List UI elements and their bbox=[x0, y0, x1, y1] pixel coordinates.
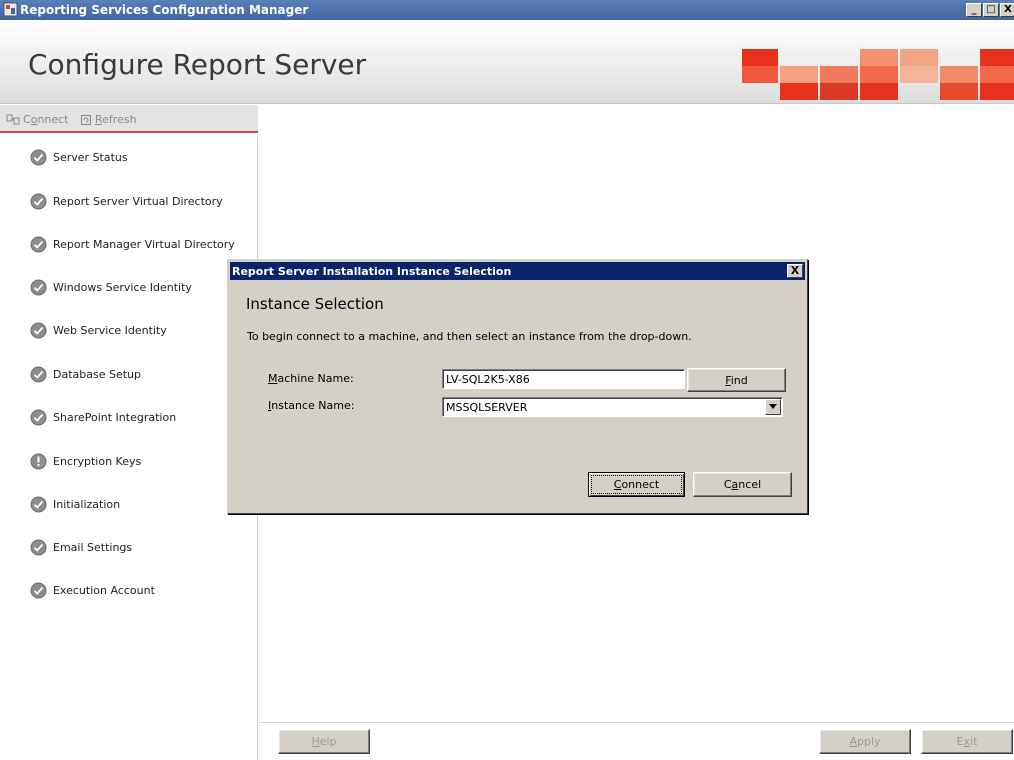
machine-name-input[interactable]: LV-SQL2K5-X86 bbox=[442, 369, 685, 389]
window-title: Reporting Services Configuration Manager bbox=[20, 3, 309, 17]
minimize-button[interactable]: _ bbox=[966, 3, 982, 17]
check-circle-icon bbox=[30, 539, 47, 556]
check-circle-icon bbox=[30, 193, 47, 210]
machine-name-label: Machine Name: bbox=[268, 372, 354, 385]
dialog-heading: Instance Selection bbox=[246, 295, 384, 313]
check-circle-icon bbox=[30, 322, 47, 339]
connect-icon bbox=[6, 114, 20, 125]
toolbar: Connect Refresh bbox=[0, 105, 258, 133]
check-circle-icon bbox=[30, 582, 47, 599]
dropdown-arrow-button[interactable] bbox=[765, 399, 781, 415]
exit-button[interactable]: Exit bbox=[921, 729, 1013, 754]
check-circle-icon bbox=[30, 366, 47, 383]
info-circle-icon bbox=[30, 453, 47, 470]
instance-name-label: Instance Name: bbox=[268, 399, 355, 412]
sidebar-item-label: Report Server Virtual Directory bbox=[53, 195, 223, 208]
sidebar-item-label: Execution Account bbox=[53, 584, 155, 597]
bottom-bar: Help Apply Exit bbox=[259, 722, 1014, 760]
find-button[interactable]: Find bbox=[687, 368, 786, 392]
app-icon bbox=[3, 2, 18, 17]
page-title: Configure Report Server bbox=[28, 48, 367, 81]
check-circle-icon bbox=[30, 409, 47, 426]
sidebar-item-label: Encryption Keys bbox=[53, 455, 142, 468]
apply-button[interactable]: Apply bbox=[819, 729, 911, 754]
dialog-title: Report Server Installation Instance Sele… bbox=[232, 265, 512, 278]
help-button[interactable]: Help bbox=[278, 729, 370, 754]
sidebar: Server Status Report Server Virtual Direc… bbox=[0, 134, 258, 760]
toolbar-connect-button[interactable]: Connect bbox=[6, 113, 69, 126]
sidebar-item-label: SharePoint Integration bbox=[53, 411, 177, 424]
header-banner: Configure Report Server bbox=[0, 20, 1014, 104]
sidebar-item-label: Database Setup bbox=[53, 368, 141, 381]
check-circle-icon bbox=[30, 496, 47, 513]
instance-selection-dialog: Report Server Installation Instance Sele… bbox=[227, 259, 808, 514]
maximize-button[interactable]: □ bbox=[983, 3, 999, 17]
dialog-title-bar[interactable]: Report Server Installation Instance Sele… bbox=[230, 262, 805, 280]
dialog-instructions: To begin connect to a machine, and then … bbox=[247, 330, 692, 343]
sidebar-item-label: Report Manager Virtual Directory bbox=[53, 238, 235, 251]
check-circle-icon bbox=[30, 236, 47, 253]
chevron-down-icon bbox=[769, 404, 777, 409]
window-title-bar[interactable]: Reporting Services Configuration Manager… bbox=[0, 0, 1014, 20]
cancel-button[interactable]: Cancel bbox=[693, 472, 792, 497]
sidebar-item-label: Windows Service Identity bbox=[53, 281, 192, 294]
toolbar-refresh-button[interactable]: Refresh bbox=[80, 113, 137, 126]
sidebar-item-label: Initialization bbox=[53, 498, 121, 511]
sidebar-item-label: Email Settings bbox=[53, 541, 133, 554]
check-circle-icon bbox=[30, 149, 47, 166]
window-close-button[interactable]: X bbox=[1000, 3, 1014, 17]
connect-button[interactable]: Connect bbox=[588, 472, 685, 497]
instance-name-select[interactable]: MSSQLSERVER bbox=[442, 397, 783, 417]
refresh-icon bbox=[81, 115, 91, 125]
sidebar-item-label: Web Service Identity bbox=[53, 324, 167, 337]
check-circle-icon bbox=[30, 279, 47, 296]
sidebar-item-label: Server Status bbox=[53, 151, 128, 164]
dialog-close-button[interactable]: X bbox=[787, 264, 803, 278]
